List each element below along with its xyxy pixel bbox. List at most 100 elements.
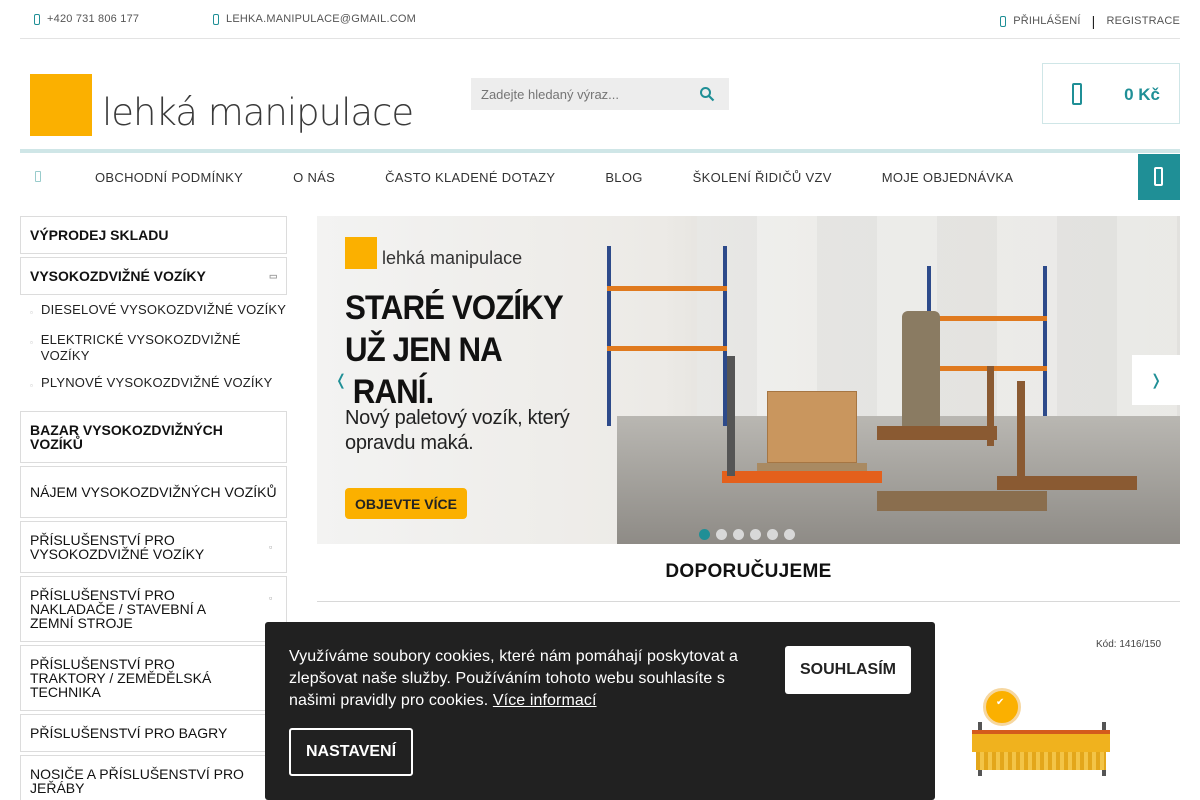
category-label: NOSIČE A PŘÍSLUŠENSTVÍ PRO JEŘÁBY (30, 766, 244, 796)
nav-item-faq[interactable]: ČASTO KLADENÉ DOTAZY (360, 170, 580, 185)
mobile-menu-button[interactable] (1138, 154, 1180, 200)
shelf-beam (607, 346, 727, 351)
shelf-beam (927, 316, 1047, 321)
main-nav: OBCHODNÍ PODMÍNKY O NÁS ČASTO KLADENÉ DO… (20, 153, 1180, 201)
old-pallet-jack (997, 476, 1137, 490)
category-rental[interactable]: NÁJEM VYSOKOZDVIŽNÝCH VOZÍKŮ (20, 466, 287, 518)
banner-title: STARÉ VOZÍKY UŽ JEN NA RANÍ. (345, 289, 564, 411)
category-sale[interactable]: VÝPRODEJ SKLADU (20, 216, 287, 254)
nav-item-blog[interactable]: BLOG (580, 170, 667, 185)
user-icon (1000, 15, 1007, 27)
phone-icon (34, 13, 40, 25)
carousel-dot[interactable] (733, 529, 744, 540)
subcategory-label: DIESELOVÉ VYSOKOZDVIŽNÉ VOZÍKY (41, 302, 287, 317)
old-jack-handle (987, 366, 994, 446)
recommend-divider (317, 601, 1180, 602)
category-forklifts[interactable]: VYSOKOZDVIŽNÉ VOZÍKY ▭ (20, 257, 287, 295)
cardboard-boxes (767, 391, 857, 463)
bullet-icon: ▫ (30, 338, 34, 347)
worker (902, 311, 940, 431)
home-icon[interactable] (35, 171, 41, 182)
category-acc-excavators[interactable]: PŘÍSLUŠENSTVÍ PRO BAGRY (20, 714, 287, 752)
sweeper-frame (972, 730, 1110, 752)
category-acc-forklifts[interactable]: PŘÍSLUŠENSTVÍ PRO VYSOKOZDVIŽNÉ VOZÍKY ▫ (20, 521, 287, 573)
register-link[interactable]: REGISTRACE (1106, 15, 1180, 27)
carousel-dot[interactable] (716, 529, 727, 540)
subcategory-label: PLYNOVÉ VYSOKOZDVIŽNÉ VOZÍKY (41, 375, 273, 390)
banner-logo: lehká manipulace (345, 237, 522, 269)
banner-logo-square (345, 237, 377, 269)
shelf-rack (607, 246, 727, 426)
category-bazar[interactable]: BAZAR VYSOKOZDVIŽNÝCH VOZÍKŮ (20, 411, 287, 463)
banner-subtitle: Nový paletový vozík, který opravdu maká. (345, 407, 570, 454)
verified-badge-icon: ✔ (983, 688, 1021, 726)
banner-cta-button[interactable]: OBJEVTE VÍCE (345, 488, 467, 519)
subcategory-label: ELEKTRICKÉ VYSOKOZDVIŽNÉ VOZÍKY (40, 332, 241, 363)
nav-item-terms[interactable]: OBCHODNÍ PODMÍNKY (70, 170, 268, 185)
top-bar: +420 731 806 177 LEHKA.MANIPULACE@GMAIL.… (20, 0, 1180, 39)
site-logo[interactable]: lehká manipulace (30, 74, 414, 136)
category-label: PŘÍSLUŠENSTVÍ PRO TRAKTORY / ZEMĚDĚLSKÁ … (30, 656, 212, 700)
carousel-prev-icon[interactable]: ❬ (317, 355, 365, 405)
bullet-icon: ▫ (30, 308, 34, 317)
logo-text: lehká manipulace (102, 91, 414, 134)
sweeper-brush (976, 752, 1106, 770)
old-jack-handle (1017, 381, 1025, 481)
login-link[interactable]: PŘIHLÁŠENÍ (1013, 15, 1080, 27)
phone-text: +420 731 806 177 (47, 13, 140, 25)
carousel-dot[interactable] (767, 529, 778, 540)
category-sidebar: VÝPRODEJ SKLADU VYSOKOZDVIŽNÉ VOZÍKY ▭ ▫… (20, 216, 287, 800)
mail-icon (213, 13, 219, 25)
expand-icon[interactable]: ▫ (269, 591, 277, 605)
category-label: PŘÍSLUŠENSTVÍ PRO NAKLADAČE / STAVEBNÍ A… (30, 587, 206, 631)
recommend-heading: DOPORUČUJEME (665, 561, 832, 582)
category-label: VÝPRODEJ SKLADU (30, 227, 169, 243)
cookie-settings-button[interactable]: NASTAVENÍ (289, 728, 413, 776)
cookie-agree-button[interactable]: SOUHLASÍM (785, 646, 911, 694)
subcategory-electric[interactable]: ▫ ELEKTRICKÉ VYSOKOZDVIŽNÉ VOZÍKY (30, 332, 287, 364)
cart-button[interactable]: 0 Kč (1042, 63, 1180, 124)
carousel-dots (699, 529, 795, 540)
hero-carousel[interactable]: lehká manipulace STARÉ VOZÍKY UŽ JEN NA R… (317, 216, 1180, 544)
cookie-banner: Využíváme soubory cookies, které nám pom… (265, 622, 935, 800)
search-icon[interactable] (699, 86, 715, 102)
nav-item-training[interactable]: ŠKOLENÍ ŘIDIČŮ VZV (668, 170, 857, 185)
new-pallet-jack (722, 471, 882, 483)
category-acc-loaders[interactable]: PŘÍSLUŠENSTVÍ PRO NAKLADAČE / STAVEBNÍ A… (20, 576, 287, 642)
cart-price: 0 Kč (1124, 85, 1160, 104)
category-cranes[interactable]: NOSIČE A PŘÍSLUŠENSTVÍ PRO JEŘÁBY (20, 755, 287, 800)
category-label: PŘÍSLUŠENSTVÍ PRO VYSOKOZDVIŽNÉ VOZÍKY (30, 532, 205, 562)
carousel-next-icon[interactable]: ❭ (1132, 355, 1180, 405)
phone-link[interactable]: +420 731 806 177 (34, 13, 139, 25)
forklift-subcategories: ▫ DIESELOVÉ VYSOKOZDVIŽNÉ VOZÍKY ▫ ELEKTRI… (20, 298, 287, 411)
nav-links: OBCHODNÍ PODMÍNKY O NÁS ČASTO KLADENÉ DO… (70, 153, 1038, 201)
category-label: BAZAR VYSOKOZDVIŽNÝCH VOZÍKŮ (30, 422, 223, 452)
subcategory-gas[interactable]: ▫ PLYNOVÉ VYSOKOZDVIŽNÉ VOZÍKY (30, 375, 287, 394)
old-pallet-jack (877, 426, 997, 440)
category-acc-tractors[interactable]: PŘÍSLUŠENSTVÍ PRO TRAKTORY / ZEMĚDĚLSKÁ … (20, 645, 287, 711)
cookie-more-link[interactable]: Více informací (493, 692, 597, 709)
email-text: LEHKA.MANIPULACE@GMAIL.COM (226, 13, 416, 25)
search-input[interactable] (471, 78, 686, 110)
product-code: Kód: 1416/150 (1096, 639, 1162, 650)
collapse-icon[interactable]: ▭ (269, 269, 278, 283)
shelf-beam (607, 286, 727, 291)
subcategory-diesel[interactable]: ▫ DIESELOVÉ VYSOKOZDVIŽNÉ VOZÍKY (30, 302, 287, 321)
jack-handle (727, 356, 735, 476)
cart-icon (1072, 83, 1082, 105)
carousel-dot[interactable] (784, 529, 795, 540)
expand-icon[interactable]: ▫ (269, 540, 277, 554)
carousel-dot[interactable] (699, 529, 710, 540)
nav-item-my-order[interactable]: MOJE OBJEDNÁVKA (857, 170, 1039, 185)
category-label: VYSOKOZDVIŽNÉ VOZÍKY (30, 268, 206, 284)
menu-icon (1154, 167, 1163, 186)
carousel-dot[interactable] (750, 529, 761, 540)
search-box (471, 78, 729, 110)
category-label: PŘÍSLUŠENSTVÍ PRO BAGRY (30, 725, 228, 741)
product-image[interactable]: ✔ (968, 688, 1112, 800)
email-link[interactable]: LEHKA.MANIPULACE@GMAIL.COM (213, 13, 416, 25)
nav-item-about[interactable]: O NÁS (268, 170, 360, 185)
cookie-text-block: Využíváme soubory cookies, které nám pom… (289, 646, 749, 712)
auth-links: PŘIHLÁŠENÍ | REGISTRACE (1000, 13, 1180, 29)
auth-separator: | (1091, 13, 1096, 29)
